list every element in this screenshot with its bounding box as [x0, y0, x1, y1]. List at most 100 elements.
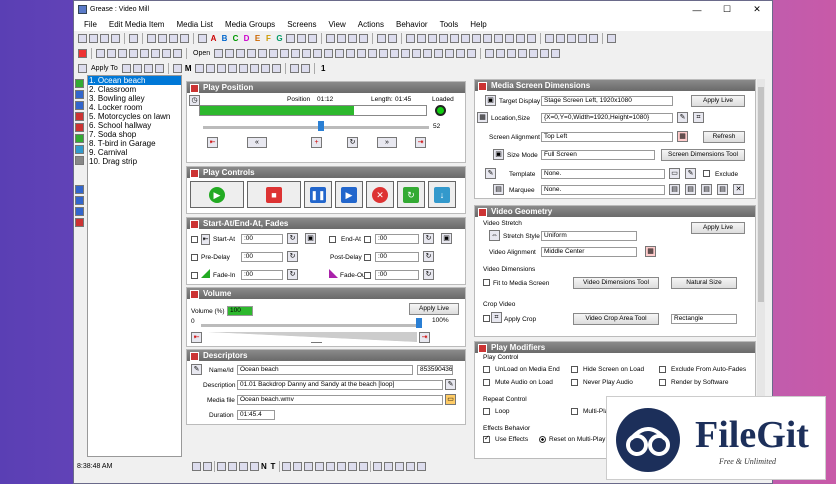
refresh-side-icon[interactable] — [75, 134, 84, 143]
status-4-icon[interactable] — [228, 461, 238, 471]
group-b-icon[interactable]: B — [220, 34, 229, 43]
paste-icon[interactable] — [118, 49, 127, 58]
slider-21-icon[interactable] — [434, 49, 444, 58]
slider-7-icon[interactable] — [280, 49, 290, 58]
refresh-button[interactable]: Refresh — [703, 131, 745, 143]
record-icon[interactable] — [507, 49, 517, 58]
fit-to-media-screen-checkbox[interactable] — [483, 279, 490, 286]
apply-crop-checkbox[interactable] — [483, 315, 490, 322]
list-icon[interactable] — [180, 34, 189, 43]
group-g-icon[interactable]: G — [275, 34, 284, 43]
layout-2-icon[interactable] — [556, 34, 565, 43]
menu-media-groups[interactable]: Media Groups — [219, 20, 281, 29]
new-icon[interactable] — [78, 34, 87, 43]
view-8-icon[interactable] — [483, 34, 492, 43]
slider-8-icon[interactable] — [291, 49, 301, 58]
slider-11-icon[interactable] — [324, 49, 334, 58]
start-at-checkbox[interactable] — [191, 236, 198, 243]
menu-behavior[interactable]: Behavior — [390, 20, 434, 29]
slider-16-icon[interactable] — [379, 49, 389, 58]
menu-screens[interactable]: Screens — [281, 20, 322, 29]
mute-icon[interactable] — [540, 49, 550, 58]
position-slider-track[interactable] — [203, 126, 429, 129]
view-6-icon[interactable] — [461, 34, 470, 43]
status-6-icon[interactable] — [250, 461, 260, 471]
pause-icon[interactable] — [518, 49, 528, 58]
apply-1-icon[interactable] — [121, 64, 131, 73]
marquee-clear-icon[interactable]: ✕ — [733, 184, 744, 195]
next-button[interactable]: ▶ — [335, 181, 363, 208]
stop-button[interactable]: ■ — [247, 181, 301, 208]
nav-1-icon[interactable] — [289, 64, 299, 73]
cancel-button[interactable]: ✕ — [366, 181, 394, 208]
status-18-icon[interactable] — [406, 461, 416, 471]
end-at-field[interactable]: :00 — [375, 234, 419, 244]
slider-12-icon[interactable] — [335, 49, 345, 58]
skip-start-icon[interactable]: ⇤ — [207, 137, 218, 148]
up-icon[interactable] — [140, 49, 149, 58]
status-10-icon[interactable] — [315, 461, 325, 471]
delete-icon[interactable] — [78, 49, 87, 58]
marquee-4-icon[interactable]: ▤ — [717, 184, 728, 195]
arrow-icon[interactable] — [129, 49, 138, 58]
binoculars-icon[interactable] — [607, 34, 616, 43]
add-icon[interactable] — [162, 49, 171, 58]
status-t-icon[interactable]: T — [268, 462, 277, 471]
menu-actions[interactable]: Actions — [352, 20, 390, 29]
fade-in-checkbox[interactable] — [191, 272, 198, 279]
start-at-reset-icon[interactable]: ↻ — [287, 233, 298, 244]
volume-max-icon[interactable]: ⇥ — [419, 332, 430, 343]
grid-icon[interactable] — [297, 34, 306, 43]
slider-10-icon[interactable] — [313, 49, 323, 58]
close-button[interactable]: ✕ — [742, 4, 772, 15]
view-2-icon[interactable] — [417, 34, 426, 43]
move-down-icon[interactable] — [158, 34, 167, 43]
cut-icon[interactable] — [96, 49, 105, 58]
folder-icon[interactable]: ▭ — [445, 394, 456, 405]
settings-icon[interactable] — [377, 34, 386, 43]
template-edit-icon[interactable]: ✎ — [685, 168, 696, 179]
layout-4-icon[interactable] — [578, 34, 587, 43]
crosshair-icon[interactable]: + — [311, 137, 322, 148]
pause-side-icon[interactable] — [75, 90, 84, 99]
pre-delay-checkbox[interactable] — [191, 254, 198, 261]
list-item[interactable]: 1. Ocean beach — [88, 76, 181, 85]
template-field[interactable]: None. — [541, 169, 665, 179]
group-d-icon[interactable]: D — [242, 34, 251, 43]
post-delay-checkbox[interactable] — [364, 254, 371, 261]
list-item[interactable]: 9. Carnival — [88, 148, 181, 157]
play-icon[interactable] — [485, 49, 495, 58]
view-12-icon[interactable] — [527, 34, 536, 43]
marquee-2-icon[interactable]: ▤ — [685, 184, 696, 195]
rewind-icon[interactable]: « — [247, 137, 267, 148]
status-17-icon[interactable] — [395, 461, 405, 471]
description-field[interactable]: 01.01 Backdrop Danny and Sandy at the be… — [237, 380, 443, 390]
status-3-icon[interactable] — [217, 461, 227, 471]
video-alignment-grid-icon[interactable]: ▦ — [645, 246, 656, 257]
pre-delay-reset-icon[interactable]: ↻ — [287, 251, 298, 262]
mute-audio-checkbox[interactable] — [483, 379, 490, 386]
status-15-icon[interactable] — [373, 461, 383, 471]
slider-14-icon[interactable] — [357, 49, 367, 58]
end-at-image-icon[interactable]: ▣ — [441, 233, 452, 244]
download-side-icon[interactable] — [75, 145, 84, 154]
menu-media-list[interactable]: Media List — [170, 20, 218, 29]
apply-icon[interactable] — [78, 64, 87, 73]
screen-icon[interactable] — [286, 34, 295, 43]
save-icon[interactable] — [100, 34, 109, 43]
tri-6-icon[interactable] — [249, 64, 259, 73]
volume-apply-live-button[interactable]: Apply Live — [409, 303, 459, 315]
slider-17-icon[interactable] — [390, 49, 400, 58]
marquee-field[interactable]: None. — [541, 185, 665, 195]
list-item[interactable]: 6. School hallway — [88, 121, 181, 130]
view-4-icon[interactable] — [439, 34, 448, 43]
screen-alignment-field[interactable]: Top Left — [541, 132, 673, 142]
view-10-icon[interactable] — [505, 34, 514, 43]
stretch-style-select[interactable]: Uniform — [541, 231, 637, 241]
open-button[interactable]: Open — [191, 50, 212, 57]
layout-3-icon[interactable] — [567, 34, 576, 43]
post-delay-field[interactable]: :00 — [375, 252, 419, 262]
status-1-icon[interactable] — [192, 461, 202, 471]
list-item[interactable]: 5. Motorcycles on lawn — [88, 112, 181, 121]
volume-slider-track[interactable] — [201, 324, 419, 327]
